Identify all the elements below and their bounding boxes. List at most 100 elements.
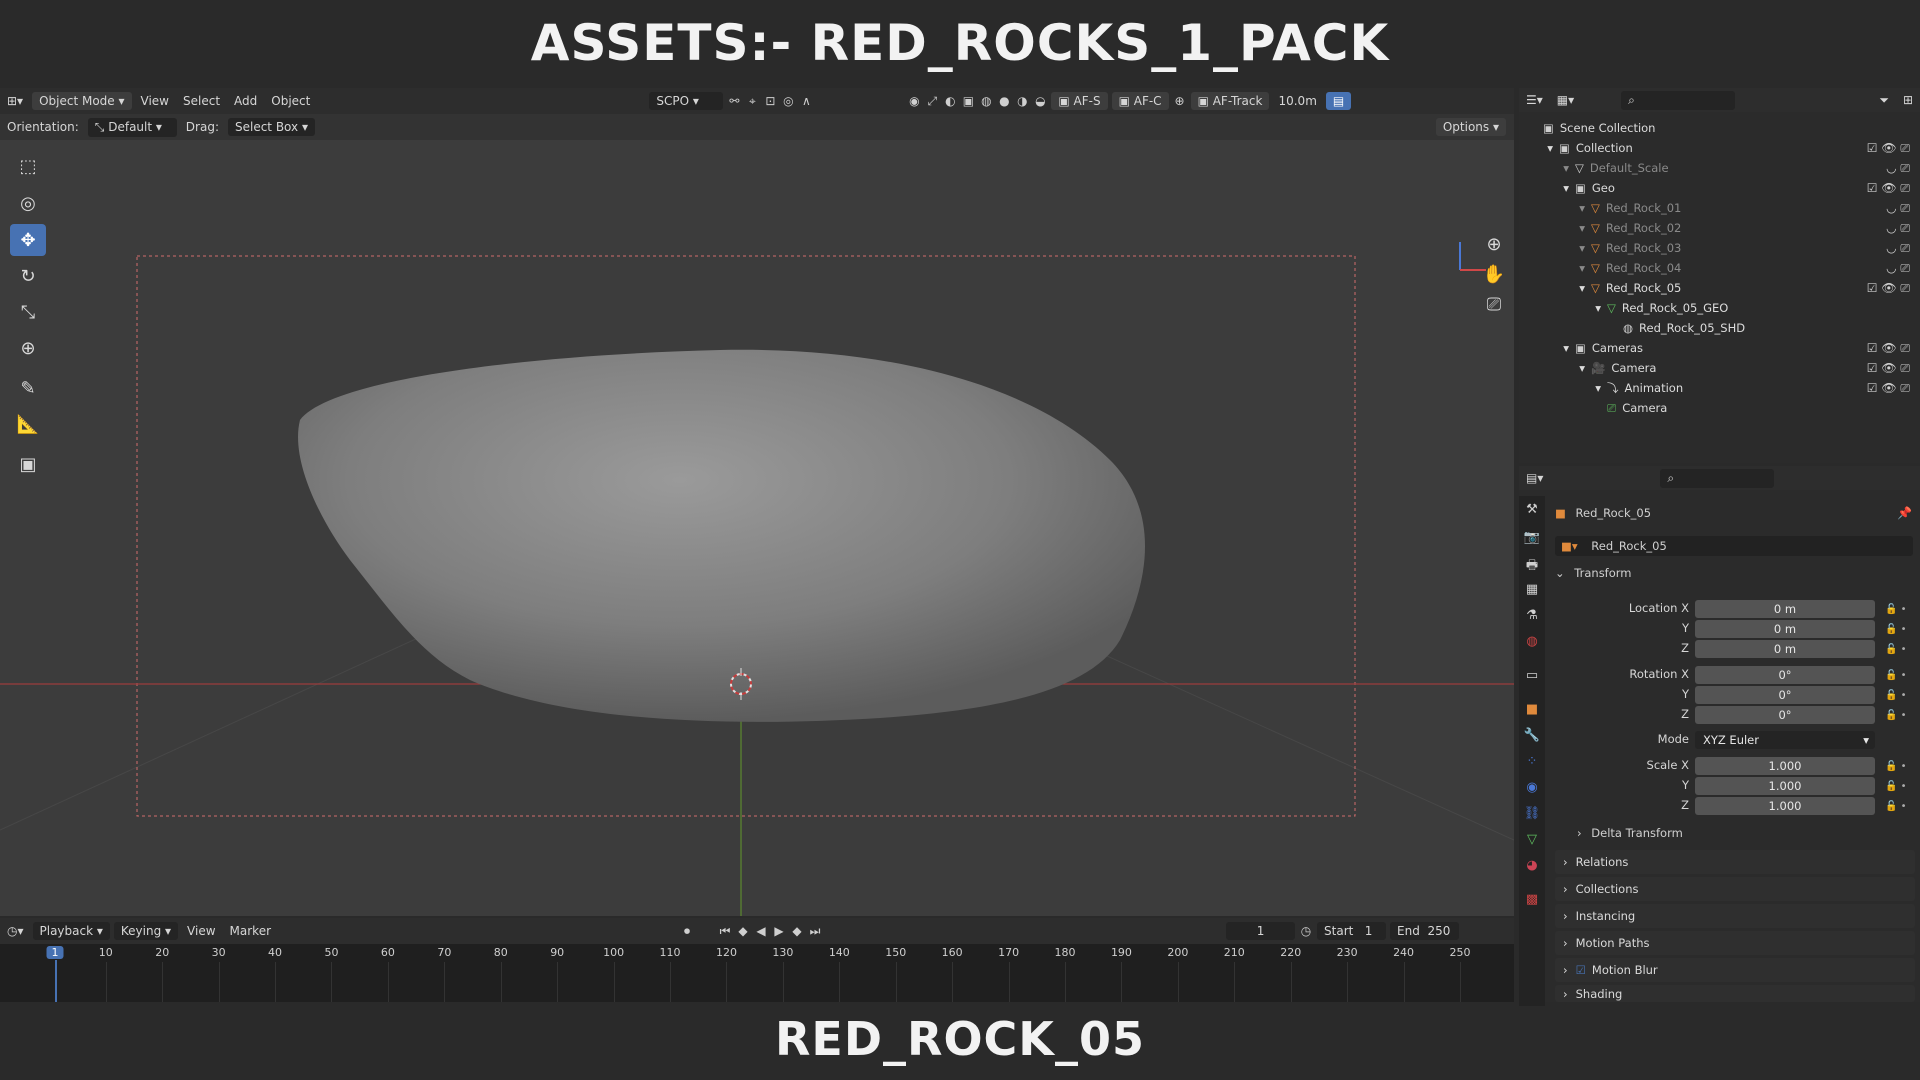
orientation-select[interactable]: ⤡ Default ▾ <box>87 117 177 137</box>
view-layer-tab-icon[interactable]: ▦ <box>1523 582 1541 600</box>
link-icon[interactable]: ⚯ <box>725 94 743 108</box>
new-collection-icon[interactable]: ⊞ <box>1896 93 1920 107</box>
location-z-field[interactable]: 0 m <box>1695 640 1875 658</box>
gizmo-icon[interactable]: ⤢ <box>923 94 941 109</box>
outliner-row[interactable]: ▾ ▽ Red_Rock_05 ☑ 👁 ⎚ <box>1519 278 1920 298</box>
menu-select[interactable]: Select <box>176 94 227 108</box>
outliner-row[interactable]: ▣ Scene Collection <box>1519 118 1920 138</box>
3d-viewport[interactable]: ⊞▾ Object Mode ▾ View Select Add Object … <box>0 88 1514 916</box>
focal-distance[interactable]: 10.0m <box>1271 94 1323 108</box>
render-tab-icon[interactable]: 📷 <box>1523 530 1541 548</box>
jump-start-icon[interactable]: ⏮ <box>716 924 734 939</box>
drag-select[interactable]: Select Box ▾ <box>227 118 315 136</box>
focus-icon[interactable]: ⊕ <box>1171 94 1189 108</box>
start-frame-field[interactable]: Start 1 <box>1317 922 1387 940</box>
outliner-row[interactable]: ◍ Red_Rock_05_SHD <box>1519 318 1920 338</box>
location-x-field[interactable]: 0 m <box>1695 600 1875 618</box>
tool-tab-icon[interactable]: ⚒ <box>1523 502 1541 520</box>
location-y-field[interactable]: 0 m <box>1695 620 1875 638</box>
outliner-row[interactable]: ▾ ▽ Red_Rock_01 ◡ ⎚ <box>1519 198 1920 218</box>
overlay-icon[interactable]: ◐ <box>941 94 959 108</box>
rotation-mode-select[interactable]: XYZ Euler ▾ <box>1695 731 1875 749</box>
select-box-icon[interactable]: ⬚ <box>10 150 46 182</box>
expand-arrow-icon[interactable]: ▾ <box>1519 201 1589 215</box>
expand-arrow-icon[interactable]: ▾ <box>1519 241 1589 255</box>
properties-search-input[interactable]: ⌕ <box>1660 468 1775 488</box>
jump-end-icon[interactable]: ⏭ <box>806 924 824 939</box>
camera-select[interactable]: SCPO ▾ <box>649 92 724 110</box>
rotation-z-field[interactable]: 0° <box>1695 706 1875 724</box>
camera-view-icon[interactable]: ⎚ <box>1476 288 1512 320</box>
move-icon[interactable]: ✥ <box>10 224 46 256</box>
end-frame-field[interactable]: End 250 <box>1390 922 1460 940</box>
menu-object[interactable]: Object <box>264 94 317 108</box>
rotation-x-field[interactable]: 0° <box>1695 666 1875 684</box>
mode-select[interactable]: Object Mode ▾ <box>32 92 132 110</box>
pin-icon[interactable]: 📌 <box>1897 506 1912 520</box>
menu-playback[interactable]: Playback ▾ <box>32 922 110 940</box>
lock-icon[interactable]: 🔓 • <box>1885 797 1907 817</box>
current-frame-field[interactable]: 1 <box>1226 922 1296 940</box>
sidebar-toggle-icon[interactable]: ▤ <box>1325 92 1352 110</box>
visibility-toggles[interactable]: ◡ ⎚ <box>1886 201 1910 216</box>
play-reverse-icon[interactable]: ◀ <box>752 924 770 938</box>
outliner-row[interactable]: ▾ ▽ Default_Scale ◡ ⎚ <box>1519 158 1920 178</box>
lock-icon[interactable]: 🔓 • <box>1885 640 1907 660</box>
checkbox-icon[interactable]: ☑ <box>1576 963 1586 977</box>
menu-add[interactable]: Add <box>227 94 264 108</box>
motion-blur-panel[interactable]: › ☑ Motion Blur <box>1555 958 1915 982</box>
lock-icon[interactable]: 🔓 • <box>1885 666 1907 686</box>
transform-panel-header[interactable]: ⌄ Transform <box>1555 566 1632 580</box>
af-s-button[interactable]: ▣ AF-S <box>1051 92 1108 110</box>
lock-icon[interactable]: 🔓 • <box>1885 600 1907 620</box>
editor-type-icon[interactable]: ⊞▾ <box>0 94 30 108</box>
outliner-row[interactable]: ▾ ⤵ Animation ☑ 👁 ⎚ <box>1519 378 1920 398</box>
options-button[interactable]: Options ▾ <box>1435 118 1506 136</box>
expand-arrow-icon[interactable]: ▾ <box>1519 261 1589 275</box>
timeline-ruler[interactable]: 1 10 20 30 40 50 60 70 80 90 100 110 120 130 140 150 160… <box>0 944 1514 1002</box>
visibility-toggles[interactable]: ☑ 👁 ⎚ <box>1867 341 1910 356</box>
shading-render-icon[interactable]: ◒ <box>1031 94 1049 108</box>
material-tab-icon[interactable]: ◕ <box>1523 858 1541 876</box>
outliner-row[interactable]: ▾ ▣ Cameras ☑ 👁 ⎚ <box>1519 338 1920 358</box>
scale-icon[interactable]: ⤡ <box>10 296 46 328</box>
properties-editor-icon[interactable]: ▤▾ <box>1519 471 1550 485</box>
expand-arrow-icon[interactable]: ▾ <box>1519 141 1557 155</box>
lock-icon[interactable]: 🔓 • <box>1885 757 1907 777</box>
rock-mesh[interactable] <box>298 349 1146 722</box>
menu-view[interactable]: View <box>134 94 176 108</box>
proportional-icon[interactable]: ◎ <box>779 94 797 108</box>
outliner-row[interactable]: ▾ ▽ Red_Rock_02 ◡ ⎚ <box>1519 218 1920 238</box>
xray-icon[interactable]: ▣ <box>959 94 977 108</box>
zoom-icon[interactable]: ⊕ <box>1476 228 1512 260</box>
outliner-row[interactable]: ▾ ▽ Red_Rock_04 ◡ ⎚ <box>1519 258 1920 278</box>
instancing-panel[interactable]: › Instancing <box>1555 904 1915 928</box>
visibility-toggles[interactable]: ☑ 👁 ⎚ <box>1867 361 1910 376</box>
expand-arrow-icon[interactable]: ▾ <box>1519 281 1589 295</box>
pan-hand-icon[interactable]: ✋ <box>1476 258 1512 290</box>
af-c-button[interactable]: ▣ AF-C <box>1111 92 1169 110</box>
expand-arrow-icon[interactable]: ▾ <box>1519 181 1573 195</box>
texture-tab-icon[interactable]: ▩ <box>1523 892 1541 910</box>
playhead[interactable] <box>55 960 57 1002</box>
expand-arrow-icon[interactable]: ▾ <box>1519 341 1573 355</box>
outliner-row[interactable]: ▾ 🎥 Camera ☑ 👁 ⎚ <box>1519 358 1920 378</box>
outliner-search-input[interactable]: ⌕ <box>1621 90 1736 110</box>
af-track-button[interactable]: ▣ AF-Track <box>1190 92 1270 110</box>
snap-icon[interactable]: ⌖ <box>743 94 761 109</box>
relations-panel[interactable]: › Relations <box>1555 850 1915 874</box>
visibility-toggles[interactable]: ◡ ⎚ <box>1886 221 1910 236</box>
rotate-icon[interactable]: ↻ <box>10 260 46 292</box>
outliner-row[interactable]: ▾ ▣ Geo ☑ 👁 ⎚ <box>1519 178 1920 198</box>
scale-x-field[interactable]: 1.000 <box>1695 757 1875 775</box>
shading-wire-icon[interactable]: ◍ <box>977 94 995 108</box>
scale-z-field[interactable]: 1.000 <box>1695 797 1875 815</box>
snap-target-icon[interactable]: ⊡ <box>761 94 779 108</box>
prev-key-icon[interactable]: ◆ <box>734 924 752 938</box>
outliner-editor-icon[interactable]: ☰▾ <box>1519 93 1550 107</box>
collections-panel[interactable]: › Collections <box>1555 877 1915 901</box>
outliner-row[interactable]: ⎚ Camera <box>1519 398 1920 418</box>
menu-marker[interactable]: Marker <box>223 924 278 938</box>
visibility-toggles[interactable]: ☑ 👁 ⎚ <box>1867 281 1910 296</box>
lock-icon[interactable]: 🔓 • <box>1885 686 1907 706</box>
